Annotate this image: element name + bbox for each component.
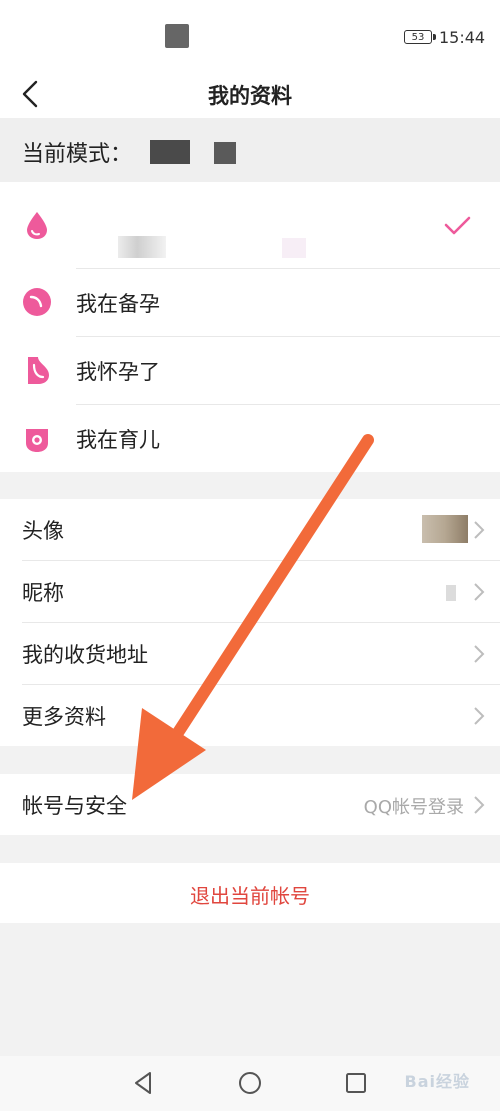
chevron-right-icon bbox=[474, 796, 485, 814]
logout-button[interactable]: 退出当前帐号 bbox=[0, 863, 500, 923]
menu-label: 头像 bbox=[22, 519, 64, 543]
stage-item-current[interactable] bbox=[0, 182, 500, 268]
profile-menu: 头像 昵称 我的收货地址 更多资料 bbox=[0, 499, 500, 746]
stage-label: 我在备孕 bbox=[76, 292, 160, 316]
chevron-right-icon bbox=[474, 583, 485, 601]
stage-label: 我在育儿 bbox=[76, 428, 160, 452]
chevron-right-icon bbox=[474, 707, 485, 725]
pregnant-icon bbox=[28, 357, 49, 384]
nickname-redacted bbox=[446, 585, 456, 601]
stage-item-pregnant[interactable]: 我怀孕了 bbox=[0, 337, 500, 404]
watermark: Bai经验 bbox=[404, 1072, 470, 1091]
stage-item-preparing[interactable]: 我在备孕 bbox=[0, 269, 500, 336]
mode-value-redacted-2 bbox=[214, 142, 236, 164]
chevron-right-icon bbox=[474, 645, 485, 663]
stage-item-parenting[interactable]: 我在育儿 bbox=[0, 405, 500, 472]
stage-label-redacted bbox=[118, 236, 166, 258]
seed-icon bbox=[23, 288, 51, 316]
recent-square-icon[interactable] bbox=[341, 1068, 371, 1098]
avatar bbox=[422, 515, 468, 543]
menu-label: 帐号与安全 bbox=[22, 794, 127, 818]
menu-label: 我的收货地址 bbox=[22, 643, 148, 667]
header: 我的资料 bbox=[0, 70, 500, 118]
drop-icon bbox=[27, 212, 47, 239]
stage-list: 我在备孕 我怀孕了 我在育儿 bbox=[0, 182, 500, 472]
notification-icon bbox=[165, 24, 189, 48]
menu-more-info[interactable]: 更多资料 bbox=[0, 685, 500, 746]
account-card: 帐号与安全 QQ帐号登录 bbox=[0, 774, 500, 835]
stage-label-redacted-2 bbox=[282, 238, 306, 258]
back-triangle-icon[interactable] bbox=[128, 1068, 158, 1098]
battery-indicator: 53 bbox=[404, 30, 436, 44]
status-bar: 53 15:44 bbox=[0, 0, 500, 70]
menu-shipping-address[interactable]: 我的收货地址 bbox=[0, 623, 500, 684]
stage-label: 我怀孕了 bbox=[76, 360, 160, 384]
menu-label: 更多资料 bbox=[22, 705, 106, 729]
mode-value-redacted bbox=[150, 140, 190, 164]
current-mode-label: 当前模式： bbox=[22, 142, 133, 167]
login-method-value: QQ帐号登录 bbox=[363, 797, 464, 818]
chevron-right-icon bbox=[474, 521, 485, 539]
clock: 15:44 bbox=[439, 28, 486, 47]
logout-label: 退出当前帐号 bbox=[190, 884, 310, 908]
page-title: 我的资料 bbox=[208, 84, 292, 108]
menu-nickname[interactable]: 昵称 bbox=[0, 561, 500, 622]
menu-account-security[interactable]: 帐号与安全 QQ帐号登录 bbox=[0, 774, 500, 835]
baby-icon bbox=[26, 429, 48, 452]
menu-avatar[interactable]: 头像 bbox=[0, 499, 500, 560]
current-mode-bar: 当前模式： bbox=[0, 118, 500, 182]
home-circle-icon[interactable] bbox=[235, 1068, 265, 1098]
check-icon bbox=[444, 216, 471, 235]
menu-label: 昵称 bbox=[22, 581, 64, 605]
